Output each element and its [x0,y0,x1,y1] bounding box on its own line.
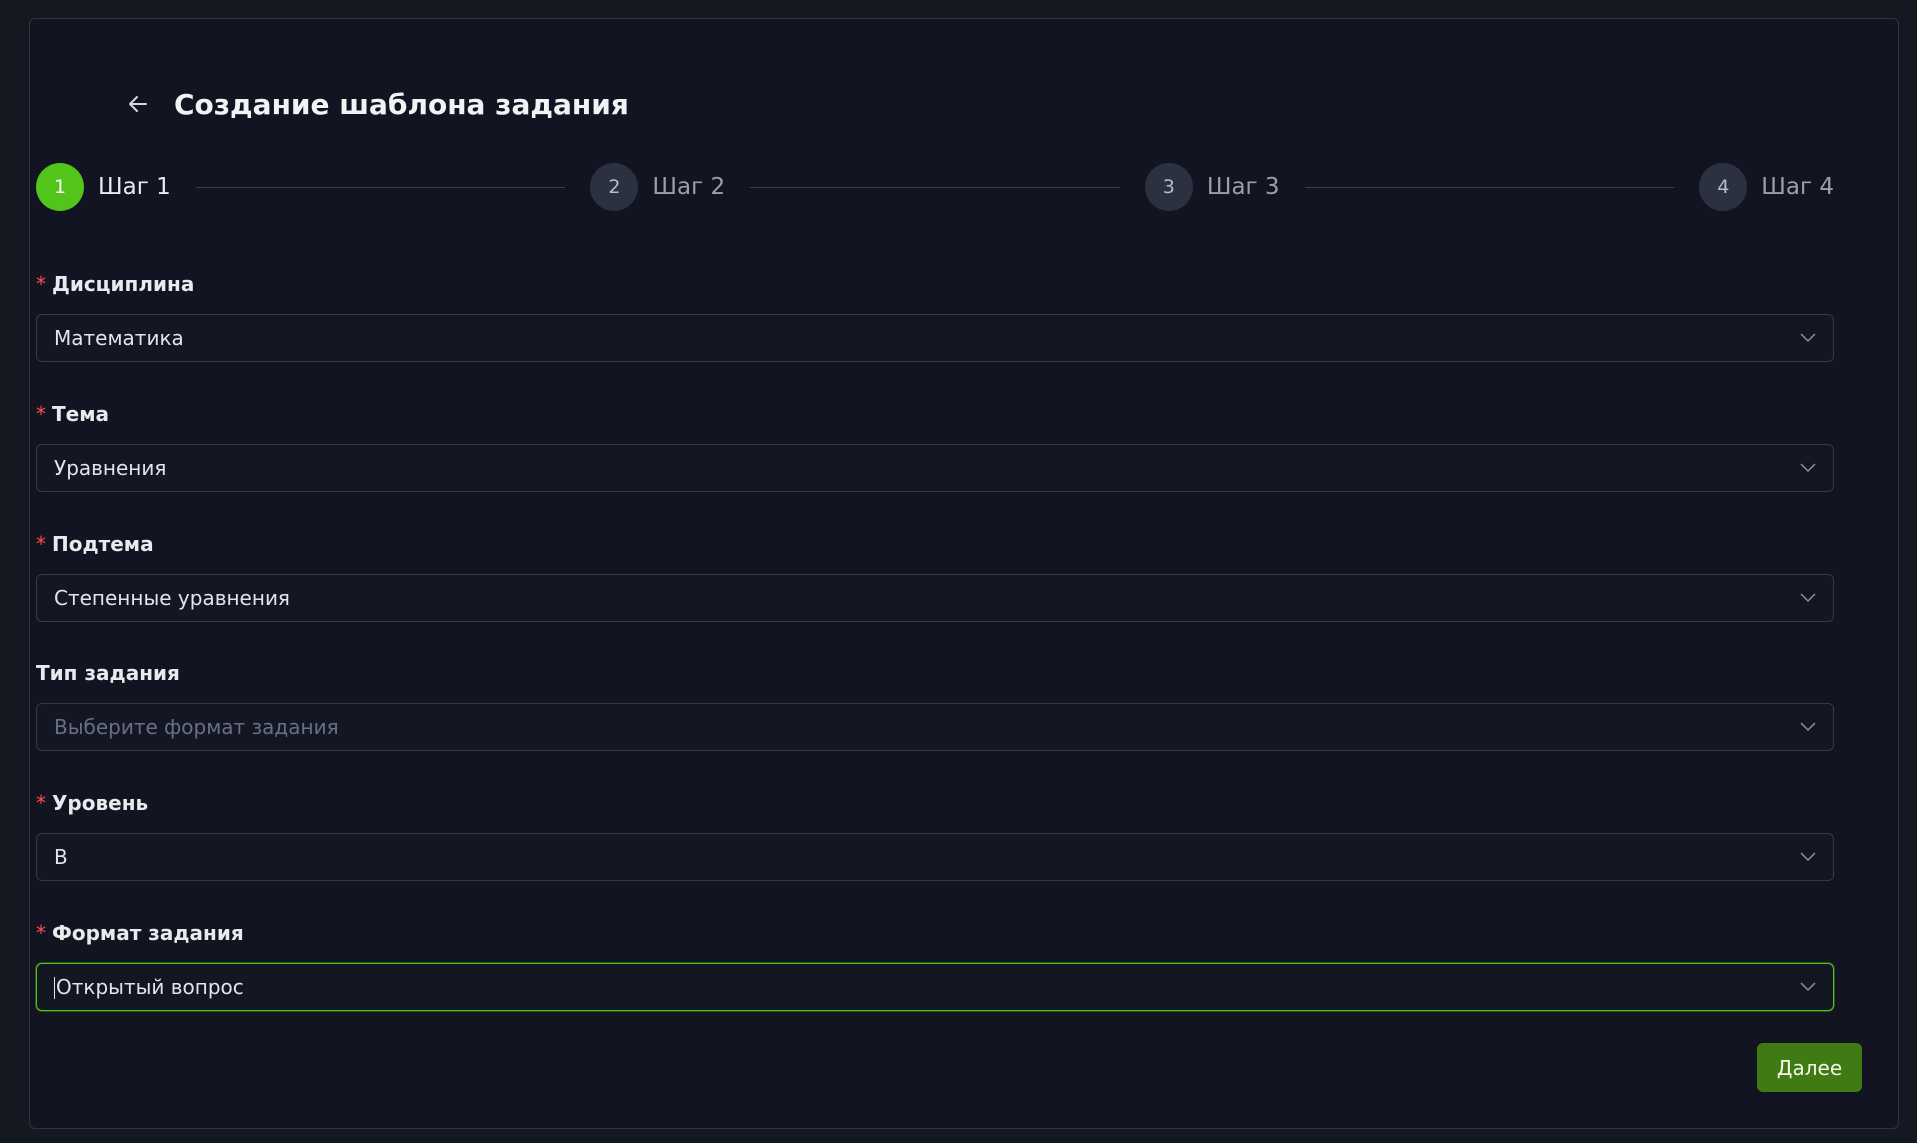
step-3-label: Шаг 3 [1206,174,1280,200]
level-select[interactable]: B [36,833,1834,881]
text-caret [54,977,55,1000]
topic-field: * Тема Уравнения [36,400,1834,492]
discipline-field: * Дисциплина Математика [36,270,1834,362]
step-3[interactable]: 3 Шаг 3 [1144,163,1280,211]
step-3-number: 3 [1144,163,1193,211]
task-format-select[interactable]: Открытый вопрос [36,963,1834,1011]
page-title: Создание шаблона задания [174,87,629,121]
discipline-label: * Дисциплина [36,270,1834,298]
subtopic-field: * Подтема Степенные уравнения [36,530,1834,622]
task-format-label: * Формат задания [36,919,1834,947]
topic-label: * Тема [36,400,1834,428]
task-type-placeholder: Выберите формат задания [54,715,339,739]
level-label: * Уровень [36,789,1834,817]
step-1-label: Шаг 1 [98,174,171,200]
step-4[interactable]: 4 Шаг 4 [1699,163,1834,211]
subtopic-label: * Подтема [36,530,1834,558]
chevron-down-icon [1800,982,1816,992]
subtopic-select[interactable]: Степенные уравнения [36,574,1834,622]
step-connector [195,186,566,188]
chevron-down-icon [1800,852,1816,862]
step-2[interactable]: 2 Шаг 2 [590,163,725,211]
step-2-number: 2 [590,163,639,211]
task-type-label: Тип задания [36,659,1834,687]
discipline-select[interactable]: Математика [36,314,1834,362]
back-button[interactable] [120,86,156,122]
required-mark: * [36,921,46,945]
task-format-label-text: Формат задания [52,921,244,945]
subtopic-label-text: Подтема [52,532,154,556]
step-connector [750,186,1120,188]
task-type-select[interactable]: Выберите формат задания [36,703,1834,751]
required-mark: * [36,272,46,296]
level-label-text: Уровень [52,791,149,815]
step-connector [1304,186,1675,188]
level-field: * Уровень B [36,789,1834,881]
required-mark: * [36,791,46,815]
chevron-down-icon [1800,593,1816,603]
step-1[interactable]: 1 Шаг 1 [36,163,171,211]
page-header: Создание шаблона задания [120,86,629,122]
step-4-number: 4 [1699,163,1748,211]
next-button[interactable]: Далее [1757,1043,1862,1092]
stepper: 1 Шаг 1 2 Шаг 2 3 Шаг 3 4 Шаг 4 [36,162,1834,212]
chevron-down-icon [1800,722,1816,732]
chevron-down-icon [1800,333,1816,343]
topic-label-text: Тема [52,402,110,426]
required-mark: * [36,402,46,426]
subtopic-value: Степенные уравнения [54,586,290,610]
discipline-value: Математика [54,326,184,350]
level-value: B [54,845,68,869]
task-type-field: Тип задания Выберите формат задания [36,659,1834,751]
step-2-label: Шаг 2 [652,174,726,200]
chevron-down-icon [1800,463,1816,473]
task-format-value-wrap: Открытый вопрос [54,975,244,1000]
required-mark: * [36,532,46,556]
step-4-label: Шаг 4 [1761,174,1834,200]
task-type-label-text: Тип задания [36,661,180,685]
task-format-field: * Формат задания Открытый вопрос [36,919,1834,1011]
topic-value: Уравнения [54,456,167,480]
discipline-label-text: Дисциплина [52,272,195,296]
arrow-left-icon [129,96,147,112]
step-1-number: 1 [36,163,84,211]
topic-select[interactable]: Уравнения [36,444,1834,492]
task-format-value: Открытый вопрос [56,974,244,999]
